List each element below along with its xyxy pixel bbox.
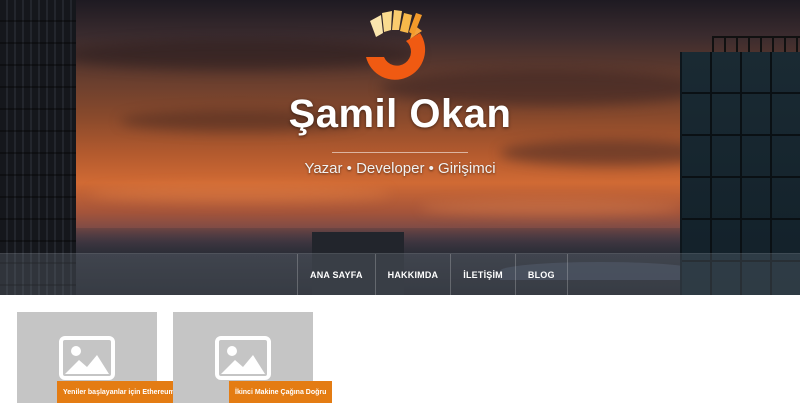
post-title-label[interactable]: Yeniler başlayanlar için Ethereum: [57, 381, 181, 403]
nav-item-contact[interactable]: İLETİŞİM: [450, 254, 515, 295]
main-navbar: ANA SAYFA HAKKIMDA İLETİŞİM BLOG: [0, 253, 800, 295]
site-tagline: Yazar • Developer • Girişimci: [304, 160, 496, 177]
image-placeholder-icon: [59, 336, 115, 385]
nav-item-blog[interactable]: BLOG: [514, 254, 568, 295]
cloud-glow: [420, 200, 680, 216]
post-card[interactable]: İkinci Makine Çağına Doğru: [173, 312, 333, 403]
post-grid: Yeniler başlayanlar için Ethereum İkinci…: [0, 295, 800, 420]
post-title-label[interactable]: İkinci Makine Çağına Doğru: [229, 381, 333, 403]
nav-item-about[interactable]: HAKKIMDA: [374, 254, 451, 295]
left-building: [0, 0, 76, 295]
post-card[interactable]: Yeniler başlayanlar için Ethereum: [17, 312, 181, 403]
site-logo-icon[interactable]: [362, 5, 438, 90]
image-placeholder-icon: [215, 336, 271, 385]
hero-banner: Şamil Okan Yazar • Developer • Girişimci…: [0, 0, 800, 295]
nav-menu: ANA SAYFA HAKKIMDA İLETİŞİM BLOG: [297, 254, 568, 295]
title-divider: [332, 152, 468, 153]
cloud-glow: [90, 185, 390, 203]
nav-item-home[interactable]: ANA SAYFA: [297, 254, 375, 295]
site-title[interactable]: Şamil Okan: [0, 92, 800, 137]
